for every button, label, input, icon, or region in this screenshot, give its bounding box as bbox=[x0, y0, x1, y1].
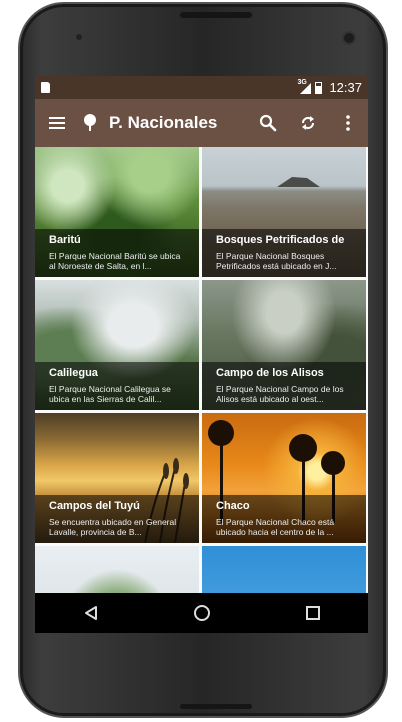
park-name: Baritú bbox=[49, 234, 81, 246]
front-camera bbox=[342, 31, 356, 45]
park-description: El Parque Nacional Chaco está ubicado ha… bbox=[216, 517, 335, 537]
back-button[interactable] bbox=[71, 593, 111, 633]
park-card-bosques-petrificados[interactable]: Bosques Petrificados de El Parque Nacion… bbox=[202, 147, 366, 277]
overflow-menu-button[interactable] bbox=[328, 99, 368, 147]
park-description: El Parque Nacional Baritú se ubica al No… bbox=[49, 251, 181, 271]
park-caption: Bosques Petrificados de El Parque Nacion… bbox=[202, 229, 366, 277]
search-icon bbox=[259, 114, 277, 132]
refresh-button[interactable] bbox=[288, 99, 328, 147]
park-name: Calilegua bbox=[49, 367, 98, 379]
park-name: Campo de los Alisos bbox=[216, 367, 324, 379]
refresh-icon bbox=[302, 116, 314, 130]
park-description: El Parque Nacional Calilegua se ubica en… bbox=[49, 384, 171, 404]
park-name: Campos del Tuyú bbox=[49, 500, 140, 512]
menu-icon bbox=[49, 117, 65, 129]
system-navigation-bar bbox=[35, 593, 368, 633]
clock: 12:37 bbox=[329, 80, 362, 95]
park-caption: Campos del Tuyú Se encuentra ubicado en … bbox=[35, 495, 199, 543]
overflow-icon bbox=[346, 115, 350, 131]
park-caption: Chaco El Parque Nacional Chaco está ubic… bbox=[202, 495, 366, 543]
app-toolbar: P. Nacionales bbox=[35, 99, 368, 147]
park-card-calilegua[interactable]: Calilegua El Parque Nacional Calilegua s… bbox=[35, 280, 199, 410]
park-card-partial[interactable] bbox=[35, 546, 199, 593]
back-icon bbox=[84, 606, 97, 620]
park-caption: Calilegua El Parque Nacional Calilegua s… bbox=[35, 362, 199, 410]
tree-icon bbox=[79, 99, 101, 147]
search-button[interactable] bbox=[248, 99, 288, 147]
recents-icon bbox=[305, 606, 320, 620]
park-card-chaco[interactable]: Chaco El Parque Nacional Chaco está ubic… bbox=[202, 413, 366, 543]
park-description: El Parque Nacional Bosques Petrificados … bbox=[216, 251, 337, 271]
home-button[interactable] bbox=[182, 593, 222, 633]
park-photo bbox=[35, 546, 199, 593]
status-bar: 3G 12:37 bbox=[35, 76, 368, 99]
battery-icon bbox=[315, 81, 323, 94]
sd-card-icon bbox=[41, 82, 50, 93]
sensor bbox=[76, 34, 82, 40]
park-card-baritu[interactable]: Baritú El Parque Nacional Baritú se ubic… bbox=[35, 147, 199, 277]
menu-button[interactable] bbox=[35, 99, 79, 147]
home-icon bbox=[193, 605, 210, 621]
bottom-speaker bbox=[180, 704, 252, 709]
park-card-campos-del-tuyu[interactable]: Campos del Tuyú Se encuentra ubicado en … bbox=[35, 413, 199, 543]
park-description: El Parque Nacional Campo de los Alisos e… bbox=[216, 384, 344, 404]
park-caption: Campo de los Alisos El Parque Nacional C… bbox=[202, 362, 366, 410]
parks-grid: Baritú El Parque Nacional Baritú se ubic… bbox=[35, 147, 368, 593]
park-description: Se encuentra ubicado en General Lavalle,… bbox=[49, 517, 177, 537]
park-photo bbox=[202, 546, 366, 593]
park-name: Chaco bbox=[216, 500, 250, 512]
screen: 3G 12:37 P. Nacionales Baritú El Parque … bbox=[35, 76, 368, 633]
recents-button[interactable] bbox=[293, 593, 333, 633]
park-card-campo-de-los-alisos[interactable]: Campo de los Alisos El Parque Nacional C… bbox=[202, 280, 366, 410]
page-title: P. Nacionales bbox=[109, 113, 218, 132]
park-name: Bosques Petrificados de bbox=[216, 234, 345, 246]
top-speaker bbox=[180, 12, 252, 18]
signal-icon: 3G bbox=[297, 79, 312, 94]
park-card-partial[interactable] bbox=[202, 546, 366, 593]
park-caption: Baritú El Parque Nacional Baritú se ubic… bbox=[35, 229, 199, 277]
